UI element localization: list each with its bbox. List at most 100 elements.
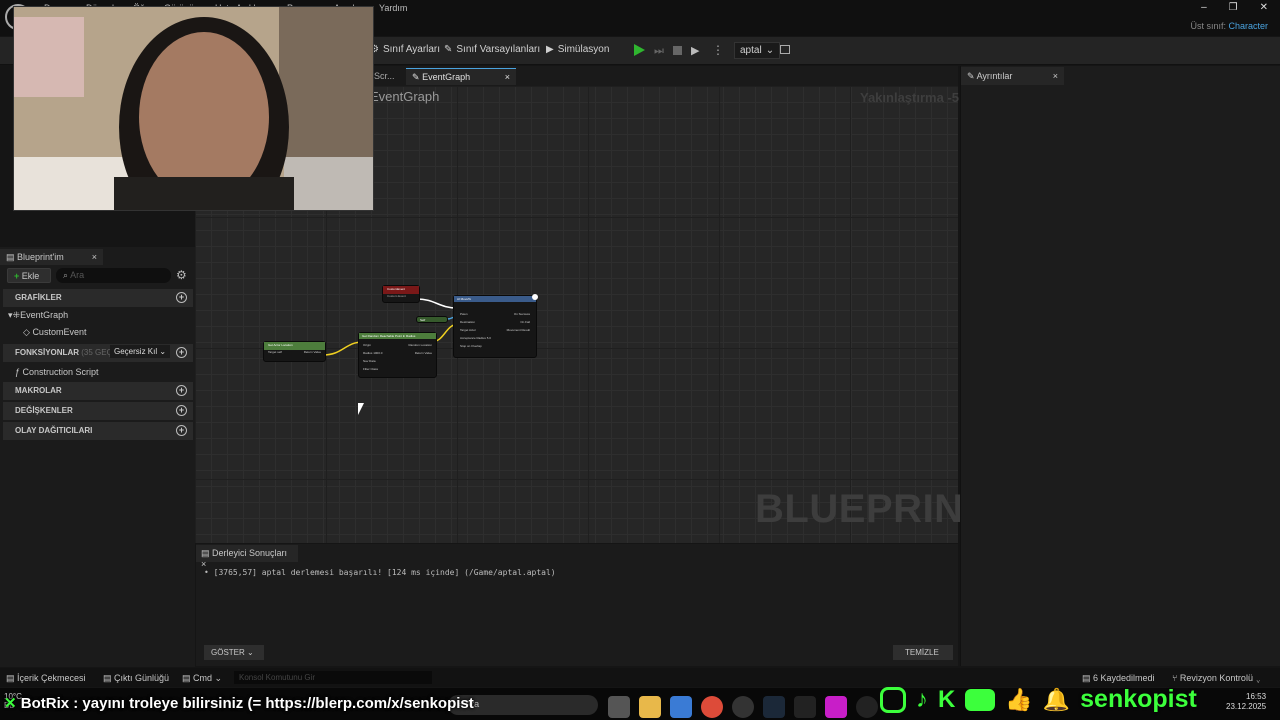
revision-control-button[interactable]: ⑂ Revizyon Kontrolü ⌄ [1172,673,1261,683]
customevent-node[interactable]: CustomEvent Custom Event [382,285,420,303]
tree-item-eventgraph[interactable]: ▾⁜EventGraph [8,310,68,321]
section-graphs[interactable]: GRAFİKLER + [3,289,193,307]
class-defaults-button[interactable]: ✎ Sınıf Varsayılanları [444,44,540,55]
clock[interactable]: 16:53 23.12.2025 [1226,692,1266,712]
section-dispatchers-label: OLAY DAĞITICILARI [15,426,93,435]
show-button[interactable]: GÖSTER ⌄ [204,645,264,660]
tab-compiler-results[interactable]: ▤ Derleyici Sonuçları × [196,545,298,569]
close-tab-icon[interactable]: × [505,72,510,82]
stop-icon[interactable] [673,46,682,55]
add-macro-icon[interactable]: + [176,385,187,396]
tab-eventgraph[interactable]: ✎ EventGraph × [406,68,516,85]
target-actor-pin: Target Actor Movement Result [460,328,530,332]
channel-name: senkopist [1080,685,1197,713]
search-input[interactable]: ⌕ Ara [56,268,171,283]
customevent-item-label: CustomEvent [32,327,87,337]
content-drawer-button[interactable]: ▤ İçerik Çekmecesi [6,673,86,684]
chevron-down-icon: ⌄ [765,45,775,56]
webcam-image [14,7,373,210]
section-functions-label: FONKSİYONLAR [15,348,79,357]
parent-class-link[interactable]: Character [1228,21,1268,31]
compiler-tab-label: Derleyici Sonuçları [212,548,288,558]
class-settings-button[interactable]: ⚙ Sınıf Ayarları [370,44,440,55]
tab-details[interactable]: ✎ Ayrıntılar × [961,67,1064,85]
construction-script-label: Construction Script [22,367,99,377]
menu-help[interactable]: Yardım [379,3,407,13]
override-dropdown[interactable]: Geçersiz Kıl ⌄ [110,345,171,358]
steam-icon[interactable] [763,696,785,718]
eject-icon[interactable]: ▶ [691,44,699,57]
stop-overlap-pin: Stop on Overlap [460,344,482,348]
cmd-dropdown[interactable]: ▤ Cmd ⌄ [182,673,222,684]
bell-icon: 🔔 [1042,686,1071,712]
unsaved-button[interactable]: ▤ 6 Kaydedilmedi [1082,673,1155,684]
epic-games-icon[interactable] [794,696,816,718]
social-bar: ♪ K 👍 🔔 senkopist [880,685,1197,714]
botrix-x-icon: ✕ [4,695,17,712]
settings-gear-icon[interactable]: ⚙ [176,268,187,282]
console-input[interactable]: Konsol Komutunu Gir [234,671,432,684]
eventgraph-item-label: EventGraph [20,310,69,320]
self-node[interactable]: Self [416,316,448,323]
graph-icon: ✎ [412,72,420,82]
task-view-icon[interactable] [608,696,630,718]
event-diamond-icon: ◇ [23,327,30,337]
add-variable-icon[interactable]: + [176,405,187,416]
add-function-icon[interactable]: + [176,347,187,358]
simulation-button[interactable]: ▶ Simülasyon [546,44,609,55]
class-defaults-label: Sınıf Varsayılanları [456,44,541,55]
more-icon[interactable]: ⋮ [712,43,724,57]
maximize-button[interactable]: ❐ [1229,2,1238,13]
compiler-message: • [3765,57] aptal derlemesi başarılı! [1… [204,568,556,577]
section-dispatchers[interactable]: OLAY DAĞITICILARI + [3,422,193,440]
youtube-icon [965,688,996,711]
close-my-blueprint-icon[interactable]: × [92,252,97,262]
chrome-icon[interactable] [701,696,723,718]
debug-target-value: aptal [740,45,762,56]
clock-date: 23.12.2025 [1226,702,1267,711]
add-button[interactable]: + Ekle [7,268,51,283]
step-icon[interactable]: ⏭ [654,45,664,58]
pencil-icon: ✎ [444,44,453,55]
details-panel [960,66,1280,666]
add-graph-icon[interactable]: + [176,292,187,303]
tree-item-customevent[interactable]: ◇ CustomEvent [23,327,86,338]
details-tab-icon: ✎ [967,71,975,81]
like-icon: 👍 [1005,686,1033,712]
close-window-button[interactable]: ✕ [1260,2,1268,13]
navdata-pin: Nav Data [363,359,376,363]
play-icon[interactable] [634,44,645,56]
target-pin-label: Target [268,350,277,354]
file-explorer-icon[interactable] [639,696,661,718]
get-actor-location-title: Get Actor Location [264,342,325,350]
minimize-button[interactable]: – [1201,2,1207,13]
plus-icon: + [14,271,20,281]
section-variables-label: DEĞİŞKENLER [15,406,73,415]
clear-button[interactable]: TEMİZLE [893,645,953,660]
random-point-node[interactable]: Get Random Reachable Point In Radius Ori… [358,332,437,378]
customevent-node-title: CustomEvent [383,286,419,294]
parent-class-label: Üst sınıf: [1190,21,1226,31]
browse-icon[interactable] [780,45,790,54]
github-icon[interactable] [732,696,754,718]
store-icon[interactable] [670,696,692,718]
output-log-button[interactable]: ▤ Çıktı Günlüğü [103,673,169,684]
ai-moveto-node[interactable]: AI MoveTo Pawn On Success Destination On F… [453,295,537,358]
tab-eventgraph-label: EventGraph [422,72,471,82]
section-variables[interactable]: DEĞİŞKENLER + [3,402,193,420]
debug-target-select[interactable]: aptal ⌄ [734,42,781,59]
search-icon: ⌕ [63,270,69,280]
section-macros[interactable]: MAKROLAR + [3,382,193,400]
get-actor-location-node[interactable]: Get Actor Location Target self Return Va… [263,341,326,362]
add-label: Ekle [21,271,40,281]
tab-my-blueprint[interactable]: ▤ Blueprint'im × [0,249,103,265]
section-functions[interactable]: FONKSİYONLAR (35 GEÇERS Geçersiz Kıl ⌄ + [3,344,193,362]
taskbar-apps [608,696,878,718]
app-icon[interactable] [825,696,847,718]
add-dispatcher-icon[interactable]: + [176,425,187,436]
unreal-taskbar-icon[interactable] [856,696,878,718]
close-details-icon[interactable]: × [1053,71,1058,81]
kick-icon: K [938,685,956,713]
pawn-pin: Pawn On Success [460,312,530,316]
tree-item-construction-script[interactable]: ƒ Construction Script [15,367,99,377]
